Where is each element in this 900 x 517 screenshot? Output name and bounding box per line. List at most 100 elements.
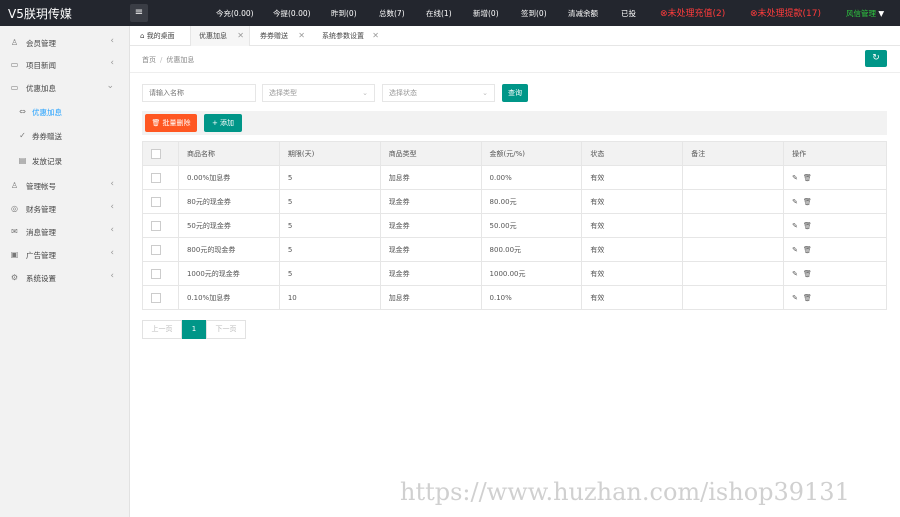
user-name: 风信管理 <box>846 9 876 18</box>
add-button[interactable]: + 添加 <box>204 114 242 132</box>
refresh-button[interactable]: ↻ <box>865 50 887 67</box>
chevron-down-icon: ▼ <box>878 9 885 18</box>
row-select-cell[interactable] <box>142 165 179 190</box>
type-select[interactable]: 选择类型 ⌄ <box>262 84 375 102</box>
stat-new[interactable]: 新增(0) <box>473 8 499 19</box>
edit-icon[interactable]: ✎ <box>792 246 798 254</box>
page-button-current[interactable]: 1 <box>182 320 206 339</box>
cell-note <box>682 285 785 310</box>
app-logo: V5朕玥传媒 <box>8 7 72 21</box>
sidebar-item-label: 系统设置 <box>26 274 56 283</box>
cell-note <box>682 261 785 286</box>
tab-desktop[interactable]: ⌂ 我的桌面 <box>132 26 196 46</box>
trash-icon[interactable]: 🗑 <box>803 246 812 254</box>
sidebar-item-discount[interactable]: ⇔ 优惠加息 <box>0 101 130 123</box>
column-header: 操作 <box>783 141 887 166</box>
stat-checkin[interactable]: 签到(0) <box>521 8 547 19</box>
sidebar-item-ads[interactable]: ▣ 广告管理 ‹ <box>0 244 130 266</box>
stat-online[interactable]: 在线(1) <box>426 8 452 19</box>
user-menu[interactable]: 风信管理 ▼ <box>846 8 884 19</box>
breadcrumb-home[interactable]: 首页 <box>142 56 156 64</box>
stat-total[interactable]: 总数(7) <box>379 8 405 19</box>
row-select-cell[interactable] <box>142 213 179 238</box>
tab-system-params[interactable]: 系统参数设置 ✕ <box>314 26 384 46</box>
select-all-checkbox[interactable] <box>151 148 161 159</box>
stat-invested[interactable]: 已投 <box>621 8 636 19</box>
cell-status: 有效 <box>581 285 684 310</box>
sidebar-item-label: 优惠加息 <box>26 84 56 93</box>
stat-today-withdraw[interactable]: 今提(0.00) <box>273 8 311 19</box>
next-page-button[interactable]: 下一页 <box>206 320 246 339</box>
cell-status: 有效 <box>581 213 684 238</box>
edit-icon[interactable]: ✎ <box>792 174 798 182</box>
status-select-placeholder: 选择状态 <box>389 89 417 97</box>
trash-icon[interactable]: 🗑 <box>803 174 812 182</box>
cell-actions: ✎ 🗑 <box>783 285 887 310</box>
edit-icon[interactable]: ✎ <box>792 198 798 206</box>
sidebar-item-messages[interactable]: ✉ 消息管理 ‹ <box>0 221 130 243</box>
alert-unprocessed-recharge[interactable]: ⊗未处理充值(2) <box>660 6 725 19</box>
chevron-left-icon: ‹ <box>110 225 114 235</box>
trash-icon[interactable]: 🗑 <box>803 294 812 302</box>
tab-bar: ⌂ 我的桌面 优惠加息 ✕ 券券赠送 ✕ 系统参数设置 ✕ <box>130 26 900 46</box>
trash-icon[interactable]: 🗑 <box>803 222 812 230</box>
stat-clear-balance[interactable]: 清减余额 <box>568 8 598 19</box>
close-icon[interactable]: ✕ <box>237 26 244 46</box>
sidebar-item-coupons[interactable]: ▭ 优惠加息 ⌄ <box>0 77 130 99</box>
batch-delete-button[interactable]: 🗑 批量删除 <box>145 114 197 132</box>
row-checkbox[interactable] <box>151 292 161 303</box>
select-all-cell[interactable] <box>142 141 179 166</box>
tab-discount[interactable]: 优惠加息 ✕ <box>190 26 250 46</box>
stat-today-recharge[interactable]: 今充(0.00) <box>216 8 254 19</box>
row-select-cell[interactable] <box>142 261 179 286</box>
row-select-cell[interactable] <box>142 237 179 262</box>
tab-coupon-gift[interactable]: 券券赠送 ✕ <box>252 26 310 46</box>
status-select[interactable]: 选择状态 ⌄ <box>382 84 495 102</box>
coupon-table: 商品名称 期限(天) 商品类型 金额(元/%) 状态 备注 操作 0.00%加息… <box>142 141 887 310</box>
record-icon: ▤ <box>18 156 27 165</box>
sidebar: ♙ 会员管理 ‹ ▭ 项目新闻 ‹ ▭ 优惠加息 ⌄ ⇔ 优惠加息 ✓ 券券赠送… <box>0 26 130 517</box>
cell-actions: ✎ 🗑 <box>783 213 887 238</box>
column-header: 期限(天) <box>278 141 381 166</box>
sidebar-item-issue-records[interactable]: ▤ 发放记录 <box>0 150 130 172</box>
chevron-down-icon: ⌄ <box>362 89 368 97</box>
sidebar-item-coupon-gift[interactable]: ✓ 券券赠送 <box>0 125 130 147</box>
query-button[interactable]: 查询 <box>502 84 528 102</box>
chevron-down-icon: ⌄ <box>482 89 488 97</box>
sidebar-item-news[interactable]: ▭ 项目新闻 ‹ <box>0 54 130 76</box>
tab-label: 优惠加息 <box>199 32 227 40</box>
row-select-cell[interactable] <box>142 285 179 310</box>
edit-icon[interactable]: ✎ <box>792 270 798 278</box>
edit-icon[interactable]: ✎ <box>792 222 798 230</box>
sidebar-item-settings[interactable]: ⚙ 系统设置 ‹ <box>0 267 130 289</box>
chevron-down-icon: ⌄ <box>106 81 114 91</box>
row-checkbox[interactable] <box>151 268 161 279</box>
edit-icon[interactable]: ✎ <box>792 294 798 302</box>
trash-icon[interactable]: 🗑 <box>803 270 812 278</box>
menu-toggle-icon[interactable]: ≡ <box>130 4 148 22</box>
stat-yesterday[interactable]: 昨到(0) <box>331 8 357 19</box>
trash-icon[interactable]: 🗑 <box>803 198 812 206</box>
cell-name: 1000元的现金券 <box>177 261 280 286</box>
alert-unprocessed-withdraw[interactable]: ⊗未处理提款(17) <box>750 6 821 19</box>
table-header-row: 商品名称 期限(天) 商品类型 金额(元/%) 状态 备注 操作 <box>142 141 887 166</box>
close-icon[interactable]: ✕ <box>372 26 379 46</box>
row-checkbox[interactable] <box>151 196 161 207</box>
close-icon[interactable]: ✕ <box>298 26 305 46</box>
row-checkbox[interactable] <box>151 220 161 231</box>
cell-amount: 0.10% <box>480 285 583 310</box>
row-select-cell[interactable] <box>142 189 179 214</box>
sidebar-item-members[interactable]: ♙ 会员管理 ‹ <box>0 32 130 54</box>
cell-amount: 1000.00元 <box>480 261 583 286</box>
sidebar-item-finance[interactable]: ◎ 财务管理 ‹ <box>0 198 130 220</box>
sidebar-item-admin-accounts[interactable]: ♙ 管理帐号 ‹ <box>0 175 130 197</box>
sidebar-item-label: 发放记录 <box>32 157 62 166</box>
table-row: 80元的现金券 5 现金券 80.00元 有效 ✎ 🗑 <box>142 189 887 214</box>
cell-amount: 80.00元 <box>480 189 583 214</box>
prev-page-button[interactable]: 上一页 <box>142 320 182 339</box>
home-icon: ⌂ <box>140 32 145 40</box>
row-checkbox[interactable] <box>151 244 161 255</box>
row-checkbox[interactable] <box>151 172 161 183</box>
name-search-input[interactable] <box>142 84 256 102</box>
cell-term: 5 <box>278 237 381 262</box>
